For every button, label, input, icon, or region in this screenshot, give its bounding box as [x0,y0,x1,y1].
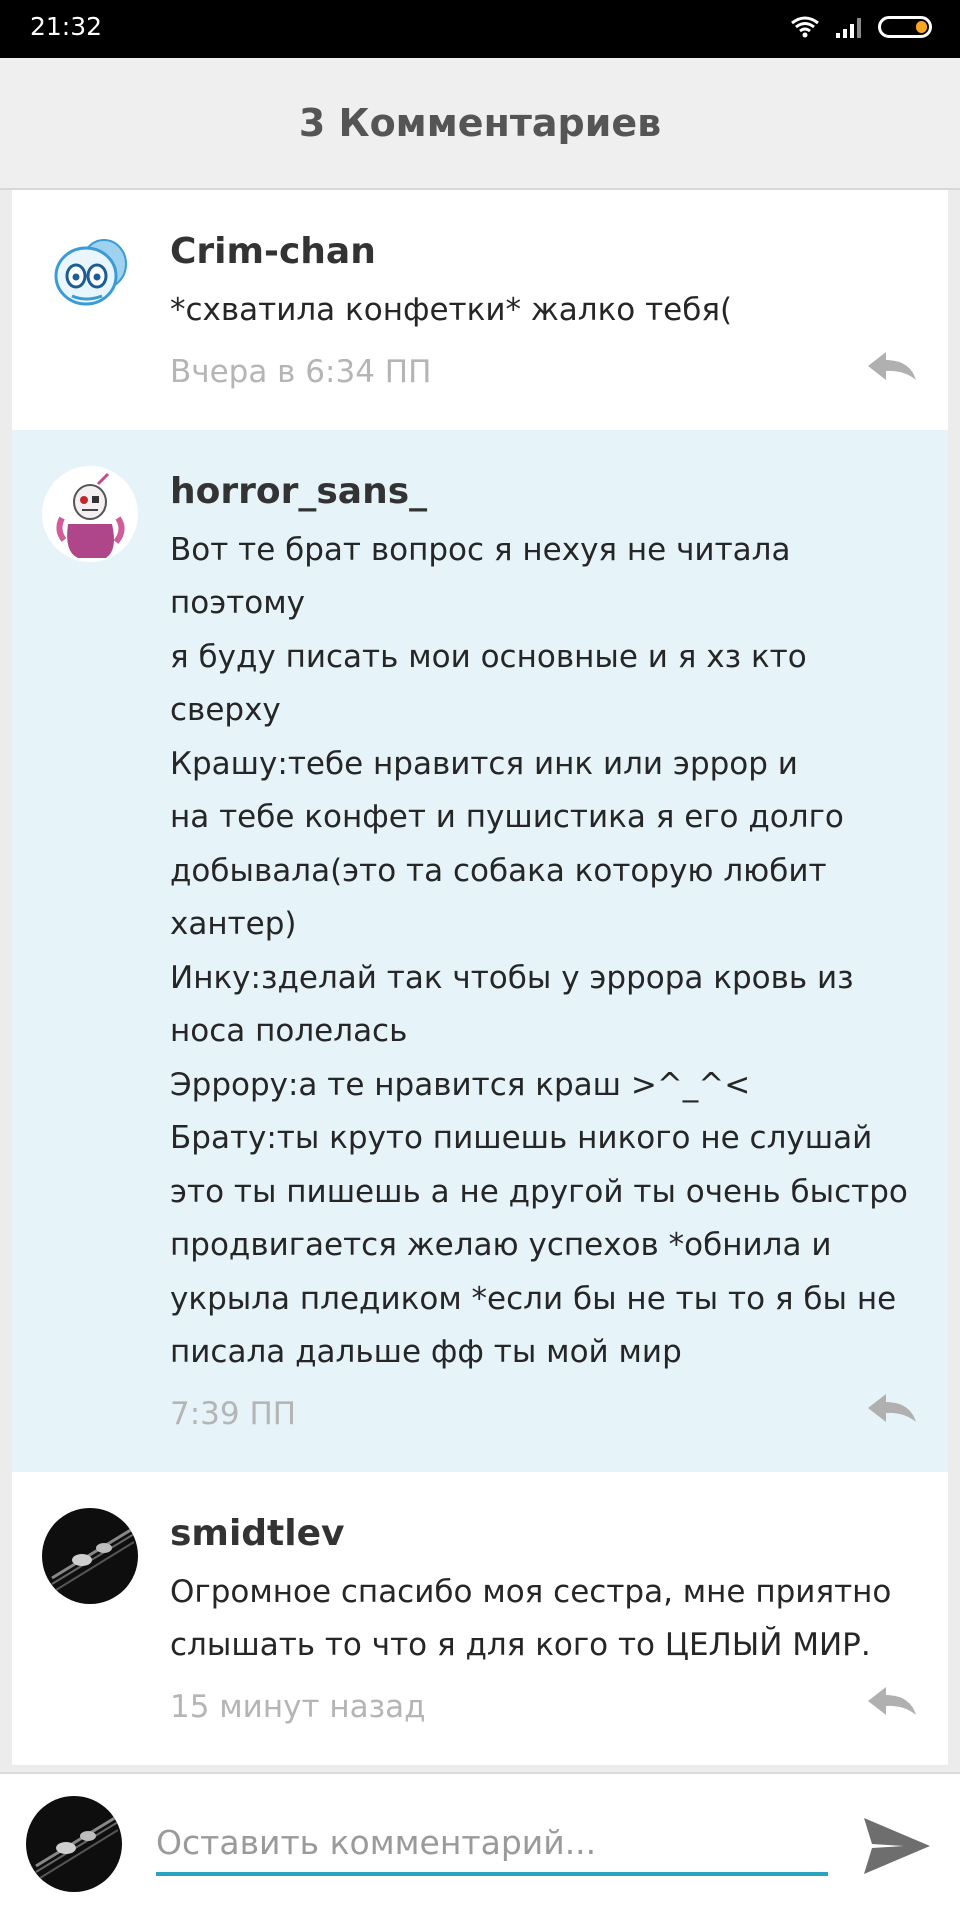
battery-level [916,21,927,33]
comment-item: horror_sans_ Вот те брат вопрос я нехуя … [12,429,948,1472]
status-bar: 21:32 [0,0,960,58]
avatar[interactable] [42,226,138,322]
comment-text: Огромное спасибо моя сестра, мне приятно… [170,1573,892,1664]
comment-text: Вот те брат вопрос я нехуя не читала поэ… [170,531,908,1371]
comment-text: *схватила конфетки* жалко тебя( [170,292,733,328]
comment-timestamp: 7:39 ПП [170,1395,297,1432]
comment-input[interactable] [156,1812,828,1876]
avatar-image [26,1796,122,1892]
send-icon[interactable] [860,1812,934,1880]
reply-icon[interactable] [866,348,918,384]
avatar[interactable] [26,1796,122,1892]
avatar[interactable] [42,1507,138,1604]
wifi-icon [791,16,819,38]
reply-icon[interactable] [866,1683,918,1719]
comment-timestamp: Вчера в 6:34 ПП [170,353,432,390]
comment-author[interactable]: smidtlev [170,1512,908,1556]
avatar-image [42,465,138,562]
comment-author[interactable]: Crim-chan [170,230,908,274]
page-header: 3 Комментариев [0,58,960,190]
comment-item: Crim-chan *схватила конфетки* жалко тебя… [12,190,948,430]
comment-composer [0,1772,960,1922]
page-title: 3 Комментариев [298,101,662,145]
avatar[interactable] [42,465,138,562]
reply-icon[interactable] [866,1390,918,1426]
signal-icon [836,18,861,38]
comment-timestamp: 15 минут назад [170,1688,426,1725]
battery-icon [878,16,932,38]
status-icons [790,15,932,39]
status-time: 21:32 [30,12,103,41]
avatar-image [42,1507,138,1604]
avatar-image [42,226,138,322]
comment-item: smidtlev Огромное спасибо моя сестра, мн… [12,1471,948,1765]
comment-author[interactable]: horror_sans_ [170,470,908,514]
comment-list: Crim-chan *схватила конфетки* жалко тебя… [12,190,948,1765]
